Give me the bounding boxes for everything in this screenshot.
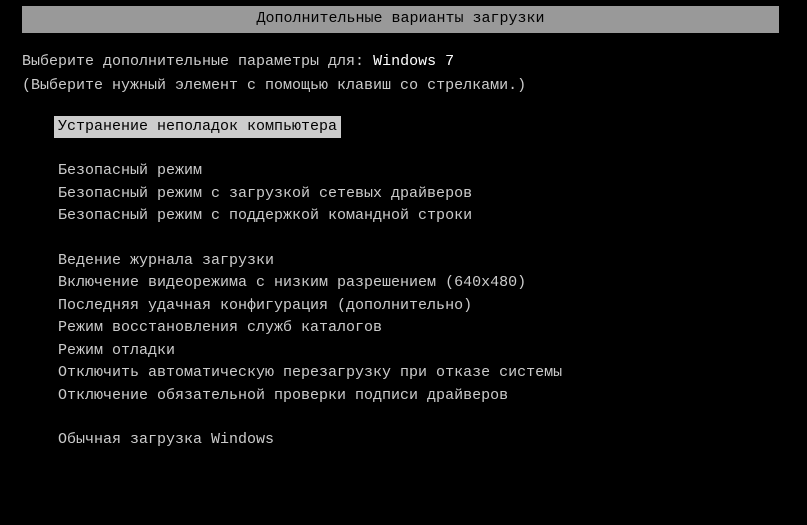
prompt-prefix: Выберите дополнительные параметры для: [22, 53, 373, 70]
menu-item-ds-restore[interactable]: Режим восстановления служб каталогов [58, 317, 807, 340]
menu-item-label: Отключение обязательной проверки подписи… [58, 387, 508, 404]
menu-item-label: Включение видеорежима с низким разрешени… [58, 274, 526, 291]
menu-item-label: Отключить автоматическую перезагрузку пр… [58, 364, 562, 381]
boot-options-menu[interactable]: Устранение неполадок компьютера Безопасн… [0, 116, 807, 452]
menu-item-boot-logging[interactable]: Ведение журнала загрузки [58, 250, 807, 273]
menu-item-safe-mode-networking[interactable]: Безопасный режим с загрузкой сетевых дра… [58, 183, 807, 206]
prompt-line: Выберите дополнительные параметры для: W… [22, 51, 807, 74]
title-bar: Дополнительные варианты загрузки [22, 6, 779, 33]
os-name: Windows 7 [373, 53, 454, 70]
menu-item-disable-driver-sig[interactable]: Отключение обязательной проверки подписи… [58, 385, 807, 408]
instruction-line: (Выберите нужный элемент с помощью клави… [22, 75, 807, 98]
menu-item-label: Устранение неполадок компьютера [58, 118, 337, 135]
menu-group: Обычная загрузка Windows [58, 429, 807, 452]
header-section: Выберите дополнительные параметры для: W… [0, 33, 807, 98]
menu-item-label: Обычная загрузка Windows [58, 431, 274, 448]
menu-item-label: Последняя удачная конфигурация (дополнит… [58, 297, 472, 314]
menu-item-label: Безопасный режим [58, 162, 202, 179]
menu-group: Ведение журнала загрузки Включение видео… [58, 250, 807, 408]
menu-item-label: Режим восстановления служб каталогов [58, 319, 382, 336]
menu-item-debug-mode[interactable]: Режим отладки [58, 340, 807, 363]
menu-item-last-known-good[interactable]: Последняя удачная конфигурация (дополнит… [58, 295, 807, 318]
menu-item-label: Ведение журнала загрузки [58, 252, 274, 269]
menu-item-safe-mode-cmd[interactable]: Безопасный режим с поддержкой командной … [58, 205, 807, 228]
menu-item-label: Безопасный режим с поддержкой командной … [58, 207, 472, 224]
menu-item-label: Режим отладки [58, 342, 175, 359]
menu-group: Безопасный режим Безопасный режим с загр… [58, 160, 807, 228]
menu-item-label: Безопасный режим с загрузкой сетевых дра… [58, 185, 472, 202]
menu-item-low-res-video[interactable]: Включение видеорежима с низким разрешени… [58, 272, 807, 295]
menu-item-safe-mode[interactable]: Безопасный режим [58, 160, 807, 183]
boot-menu-screen: Дополнительные варианты загрузки Выберит… [0, 6, 807, 452]
menu-item-disable-auto-restart[interactable]: Отключить автоматическую перезагрузку пр… [58, 362, 807, 385]
menu-item-repair[interactable]: Устранение неполадок компьютера [54, 116, 341, 139]
menu-group: Устранение неполадок компьютера [58, 116, 807, 139]
menu-item-start-normally[interactable]: Обычная загрузка Windows [58, 429, 807, 452]
page-title: Дополнительные варианты загрузки [256, 10, 544, 27]
